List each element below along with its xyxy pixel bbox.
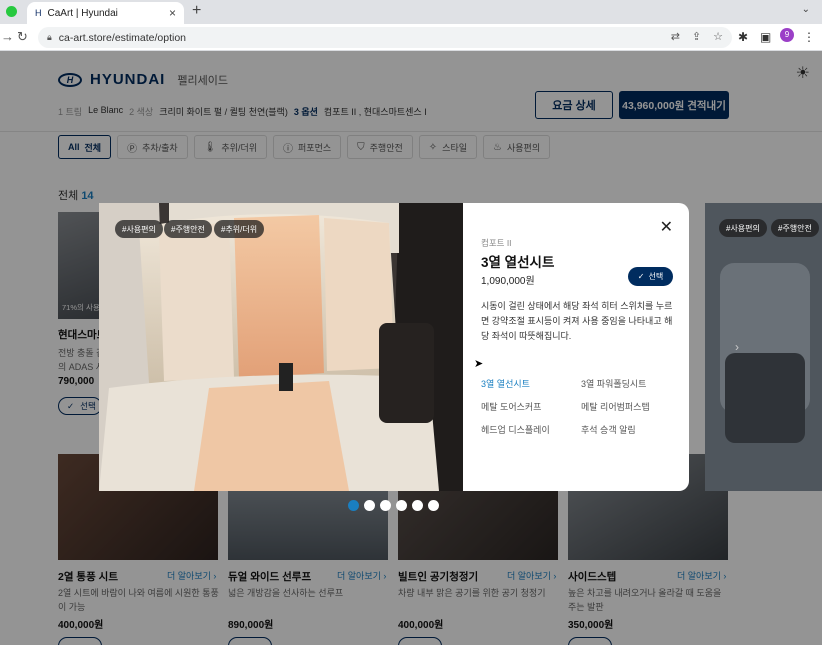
option-description: 시동이 걸린 상태에서 해당 좌석 히터 스위치를 누르면 강약조절 표시등이 …: [481, 301, 673, 341]
carousel-dot[interactable]: [428, 500, 439, 511]
carousel-dot[interactable]: [412, 500, 423, 511]
carousel-dot[interactable]: [364, 500, 375, 511]
option-detail-modal: ✕ 컴포트 II 3열 열선시트 1,090,000원 ✓ 선택 시동이 걸린 …: [463, 203, 689, 491]
option-photo: #사용편의 #주행안전 #추위/더위: [99, 203, 463, 491]
lock-icon: 🔒︎: [47, 32, 52, 42]
carousel-dot[interactable]: [348, 500, 359, 511]
estimate-option-page: H HYUNDAI 펠리세이드 ☀ 1 트림 Le Blanc 2 색상 크리미…: [0, 51, 822, 645]
url-text: ca-art.store/estimate/option: [58, 31, 187, 44]
package-item[interactable]: 3열 파워폴딩시트: [581, 377, 681, 390]
tab-title: CaArt | Hyundai: [47, 7, 118, 19]
carousel-dot[interactable]: [396, 500, 407, 511]
hashtag: #추위/더위: [214, 220, 265, 238]
select-button[interactable]: ✓ 선택: [628, 267, 673, 286]
translate-icon[interactable]: ⇄: [671, 30, 680, 43]
carousel-dot[interactable]: [380, 500, 391, 511]
next-slide-preview[interactable]: #사용편의 #주행안전 알아 을 예 ›: [705, 203, 822, 491]
option-title: 3열 열선시트: [481, 255, 555, 270]
window-control-icon[interactable]: [6, 6, 17, 17]
chevron-right-icon[interactable]: ›: [735, 340, 739, 354]
address-bar[interactable]: 🔒︎ ca-art.store/estimate/option: [38, 27, 732, 48]
third-row-heated-seat-photo: [99, 203, 463, 491]
carousel-dots: [348, 500, 439, 511]
new-tab-icon[interactable]: +: [192, 2, 201, 20]
seat-photo-preview: [705, 203, 822, 491]
tab-list-chevron-icon[interactable]: ⌄: [802, 4, 810, 15]
package-item[interactable]: 메탈 도어스커프: [481, 400, 581, 413]
check-circle-icon: ✓: [637, 272, 645, 281]
close-tab-icon[interactable]: ×: [169, 6, 176, 20]
bookmark-star-icon[interactable]: ☆: [713, 30, 723, 43]
menu-icon[interactable]: ⋮: [803, 30, 815, 44]
option-price: 1,090,000원: [481, 276, 535, 287]
browser-tab[interactable]: H CaArt | Hyundai ×: [27, 2, 184, 24]
hashtag: #주행안전: [771, 219, 819, 237]
hashtag: #사용편의: [719, 219, 767, 237]
extensions-icon[interactable]: ✱: [738, 30, 748, 44]
hashtag: #주행안전: [164, 220, 212, 238]
hyundai-favicon-icon: H: [35, 8, 42, 18]
address-bar-actions: ⇄ ⇪ ☆: [671, 30, 723, 43]
browser-toolbar: → ↻ 🔒︎ ca-art.store/estimate/option ⇄ ⇪ …: [0, 24, 822, 51]
package-name: 컴포트 II: [481, 238, 512, 248]
browser-tab-strip: H CaArt | Hyundai × + ⌄: [0, 0, 822, 24]
close-icon[interactable]: ✕: [660, 217, 673, 237]
package-item[interactable]: 헤드업 디스플레이: [481, 423, 581, 436]
reload-icon[interactable]: ↻: [17, 29, 28, 45]
mouse-cursor-icon: ➤: [474, 358, 484, 370]
share-icon[interactable]: ⇪: [692, 30, 701, 43]
profile-avatar[interactable]: 9: [780, 28, 794, 42]
hashtag: #사용편의: [115, 220, 163, 238]
package-item[interactable]: 3열 열선시트: [481, 377, 581, 390]
package-item-list: 3열 열선시트 3열 파워폴딩시트 메탈 도어스커프 메탈 리어범퍼스텝 헤드업…: [481, 377, 681, 436]
side-panel-icon[interactable]: ▣: [760, 30, 771, 44]
back-icon[interactable]: →: [1, 29, 14, 44]
package-item[interactable]: 후석 승객 알림: [581, 423, 681, 436]
package-item[interactable]: 메탈 리어범퍼스텝: [581, 400, 681, 413]
